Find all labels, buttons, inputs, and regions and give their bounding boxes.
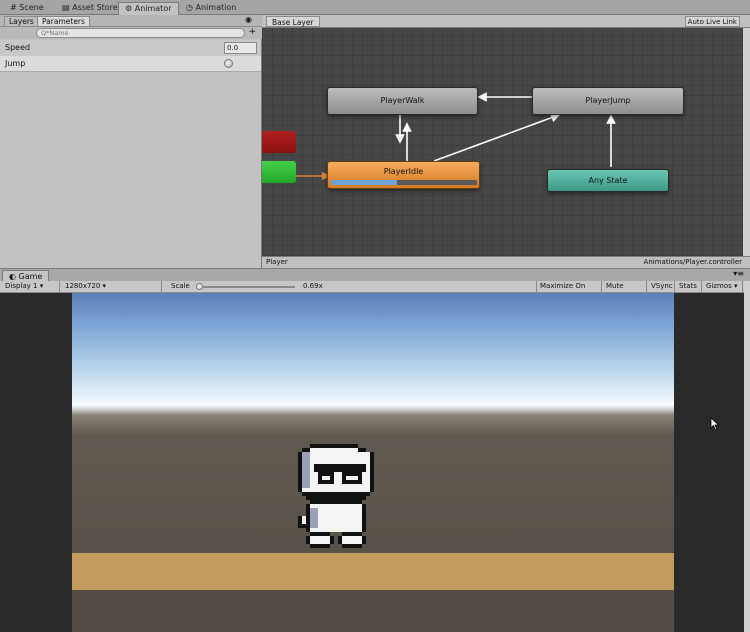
auto-live-link-button[interactable]: Auto Live Link — [684, 16, 740, 27]
maximize-on-play-toggle[interactable]: Maximize On Play — [536, 281, 602, 301]
scene-icon: # — [10, 3, 17, 12]
state-progress-fill — [331, 180, 397, 185]
state-any-state[interactable]: Any State — [547, 169, 669, 192]
eye-icon[interactable]: ◉ — [245, 16, 254, 24]
tab-animator[interactable]: ⚙ Animator — [118, 2, 179, 15]
state-progress-bar — [331, 180, 477, 185]
state-player-idle[interactable]: PlayerIdle — [327, 161, 480, 189]
game-toolbar: Display 1 ▾ 1280x720 ▾ Scale 0.69x Maxim… — [0, 281, 750, 301]
state-player-jump[interactable]: PlayerJump — [532, 87, 684, 115]
gizmos-dropdown[interactable]: Gizmos ▾ — [703, 281, 743, 293]
scale-value: 0.69x — [303, 282, 323, 290]
scale-slider-thumb[interactable] — [196, 283, 203, 290]
tab-menu-icon[interactable]: ▾≡ — [733, 269, 744, 278]
clock-icon: ◷ — [186, 3, 193, 12]
speed-value-field[interactable]: 0.0 — [224, 42, 257, 54]
jump-trigger-toggle[interactable] — [224, 59, 233, 68]
game-tab-bar: ◐ Game ▾≡ — [0, 268, 750, 282]
parameter-name: Speed — [5, 43, 31, 52]
letterbox-left — [0, 293, 72, 632]
entry-node[interactable] — [262, 161, 296, 183]
resolution-dropdown[interactable]: 1280x720 ▾ — [62, 281, 162, 293]
layers-parameters-tabs: Layers Parameters ◉ — [0, 15, 262, 27]
graph-scrollbar[interactable] — [743, 28, 750, 256]
breadcrumb-base-layer[interactable]: Base Layer — [266, 16, 320, 27]
animator-icon: ⚙ — [125, 4, 133, 13]
parameter-name: Jump — [5, 59, 26, 68]
game-viewport[interactable] — [0, 293, 750, 632]
controller-name: Player — [266, 258, 288, 266]
controller-path: Animations/Player.controller — [643, 258, 742, 266]
tab-parameters[interactable]: Parameters — [37, 16, 90, 27]
parameters-panel: Layers Parameters ◉ Q*Name + Speed 0.0 J… — [0, 15, 262, 268]
game-icon: ◐ — [9, 272, 16, 281]
transition-idle-to-jump[interactable] — [433, 113, 561, 162]
parameter-row-jump[interactable]: Jump — [0, 56, 261, 72]
tab-layers[interactable]: Layers — [4, 16, 39, 27]
tab-animation[interactable]: ◷ Animation — [180, 2, 242, 15]
tab-asset-store[interactable]: ▤ Asset Store — [56, 2, 124, 15]
stats-toggle[interactable]: Stats — [676, 281, 702, 293]
player-sprite — [298, 444, 374, 548]
ground-platform — [72, 553, 674, 590]
mute-audio-toggle[interactable]: Mute Audio — [603, 281, 647, 301]
store-icon: ▤ — [62, 3, 70, 12]
animator-graph[interactable]: Base Layer Auto Live Link PlayerWalk Pla… — [262, 15, 750, 268]
editor-tab-bar: # Scene ▤ Asset Store ⚙ Animator ◷ Anima… — [0, 0, 750, 15]
ground-shadow — [72, 590, 674, 632]
parameter-search-input[interactable]: Q*Name — [36, 28, 245, 38]
add-parameter-icon[interactable]: + — [248, 27, 256, 38]
tab-scene[interactable]: # Scene — [4, 2, 50, 15]
vsync-toggle[interactable]: VSync — [648, 281, 675, 293]
transition-arrows — [296, 92, 616, 181]
state-player-walk[interactable]: PlayerWalk — [327, 87, 478, 115]
graph-footer: Player Animations/Player.controller — [262, 256, 750, 268]
display-dropdown[interactable]: Display 1 ▾ — [2, 281, 60, 293]
letterbox-right — [674, 293, 750, 632]
parameter-row-speed[interactable]: Speed 0.0 — [0, 40, 261, 56]
search-row: Q*Name + — [0, 27, 262, 39]
exit-node[interactable] — [262, 131, 296, 153]
graph-header: Base Layer Auto Live Link — [262, 15, 750, 28]
game-scrollbar[interactable] — [744, 281, 750, 632]
scale-slider-track[interactable] — [197, 286, 295, 288]
mouse-cursor-icon — [710, 417, 720, 431]
unity-editor: # Scene ▤ Asset Store ⚙ Animator ◷ Anima… — [0, 0, 750, 632]
scale-label: Scale — [171, 282, 190, 290]
